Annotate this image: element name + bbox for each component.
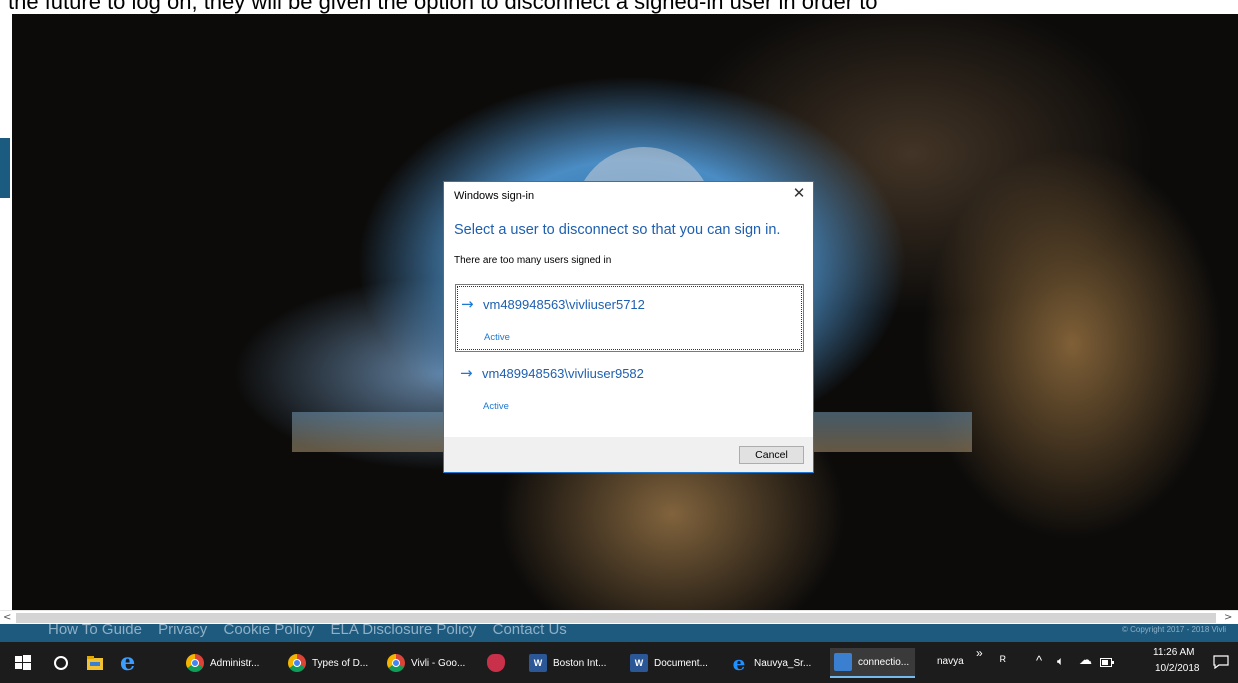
page-footer: How To Guide Privacy Cookie Policy ELA D…	[0, 624, 1238, 642]
page-header-band	[0, 138, 10, 198]
windows-start-icon[interactable]	[12, 652, 34, 674]
user-status: Active	[484, 332, 510, 343]
chrome-icon	[387, 654, 405, 672]
taskbar-item-label: Nauvya_Sr...	[754, 657, 812, 669]
horizontal-scrollbar[interactable]: < >	[0, 610, 1238, 625]
battery-icon[interactable]	[1100, 658, 1114, 667]
file-explorer-icon[interactable]	[84, 652, 106, 674]
word-icon: W	[529, 654, 547, 672]
scroll-left-icon[interactable]: <	[3, 611, 15, 625]
arrow-right-icon: →	[460, 364, 473, 382]
scroll-right-icon[interactable]: >	[1224, 611, 1236, 625]
user-option-2[interactable]: → vm489948563\vivliuser9582 Active	[455, 354, 804, 422]
taskbar-item-administr[interactable]: Administr...	[186, 648, 259, 678]
cloud-icon[interactable]: ☁︎	[1079, 652, 1092, 668]
taskbar-item-boston[interactable]: W Boston Int...	[529, 648, 606, 678]
taskbar-item-label: Types of D...	[312, 657, 369, 669]
dialog-title: Windows sign-in	[454, 190, 535, 202]
toolbar-label[interactable]: navya	[937, 656, 964, 667]
dialog-footer: Cancel	[444, 437, 813, 472]
footer-link[interactable]: Contact Us	[493, 624, 567, 638]
user-status: Active	[483, 401, 509, 412]
clock-time[interactable]: 11:26 AM	[1153, 647, 1195, 658]
taskbar-item-types[interactable]: Types of D...	[288, 648, 368, 678]
user-name: vm489948563\vivliuser9582	[482, 366, 644, 381]
chrome-icon	[288, 654, 306, 672]
footer-copyright: © Copyright 2017 - 2018 Vivli	[1122, 625, 1227, 634]
taskbar: e Administr... Types of D... Vivli - Goo…	[0, 642, 1238, 683]
chrome-icon	[186, 654, 204, 672]
footer-link[interactable]: ELA Disclosure Policy	[331, 624, 477, 638]
taskbar-item-label: Administr...	[210, 657, 260, 669]
document-text-line: the future to log on, they will be given…	[8, 0, 878, 14]
taskbar-item-document[interactable]: W Document...	[630, 648, 708, 678]
taskbar-item-label: Document...	[654, 657, 708, 669]
ie-icon: e	[732, 651, 746, 675]
footer-links: How To Guide Privacy Cookie Policy ELA D…	[48, 624, 579, 638]
dialog-subtitle: There are too many users signed in	[454, 255, 612, 266]
taskbar-item-shield[interactable]	[487, 648, 511, 678]
windows-sign-in-dialog: Windows sign-in ✕ Select a user to disco…	[443, 181, 814, 473]
taskbar-item-connection[interactable]: connectio...	[830, 648, 916, 678]
shield-icon	[487, 654, 505, 672]
taskbar-item-label: connectio...	[858, 656, 910, 668]
user-name: vm489948563\vivliuser5712	[483, 297, 645, 312]
footer-link[interactable]: Cookie Policy	[223, 624, 314, 638]
cortana-icon[interactable]	[50, 652, 72, 674]
speaker-icon[interactable]: 🔈︎	[1057, 654, 1064, 669]
background-page-sliver	[0, 14, 12, 610]
chevron-up-icon[interactable]: ^	[1036, 653, 1042, 668]
remote-desktop-icon	[834, 653, 852, 671]
taskbar-item-nauvya[interactable]: e Nauvya_Sr...	[730, 648, 812, 678]
user-option-1[interactable]: → vm489948563\vivliuser5712 Active	[455, 284, 804, 352]
taskbar-item-label: Boston Int...	[553, 657, 607, 669]
arrow-right-icon: →	[461, 295, 474, 313]
cancel-button[interactable]: Cancel	[739, 446, 804, 464]
dialog-heading: Select a user to disconnect so that you …	[454, 222, 781, 238]
action-center-icon[interactable]	[1213, 655, 1229, 669]
word-icon: W	[630, 654, 648, 672]
toolbar-overflow-icon[interactable]: »	[976, 646, 983, 660]
taskbar-item-label: Vivli - Goo...	[411, 657, 466, 669]
edge-icon[interactable]: e	[120, 648, 142, 676]
remote-desktop-lock-screen: Windows sign-in ✕ Select a user to disco…	[12, 14, 1238, 610]
footer-link[interactable]: Privacy	[158, 624, 207, 638]
people-icon[interactable]: ᴿ	[1000, 653, 1006, 668]
document-text-top: the future to log on, they will be given…	[0, 0, 1238, 14]
close-icon[interactable]: ✕	[790, 185, 808, 203]
taskbar-item-vivli[interactable]: Vivli - Goo...	[387, 648, 465, 678]
clock-date[interactable]: 10/2/2018	[1155, 663, 1200, 674]
footer-link[interactable]: How To Guide	[48, 624, 142, 638]
scrollbar-thumb[interactable]	[16, 613, 1216, 623]
